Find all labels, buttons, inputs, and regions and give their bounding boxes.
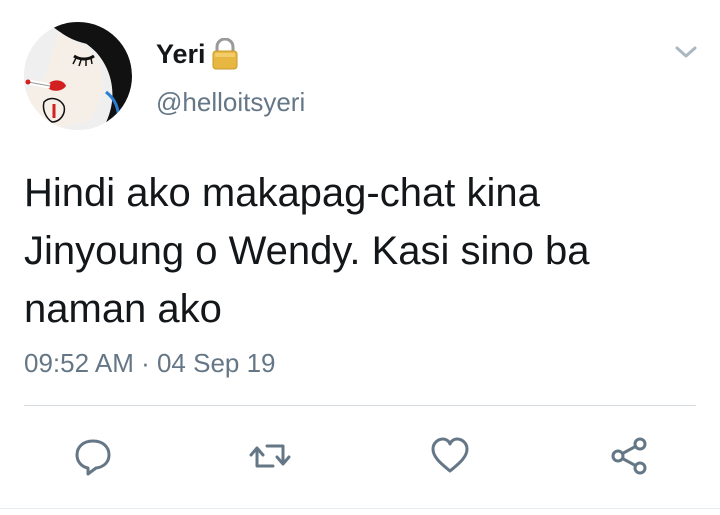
bottom-divider — [0, 508, 720, 509]
action-bar — [0, 428, 720, 484]
share-button[interactable] — [605, 428, 653, 484]
avatar[interactable] — [24, 22, 132, 130]
tweet-timestamp[interactable]: 09:52 AM · 04 Sep 19 — [24, 346, 276, 380]
divider — [24, 405, 696, 406]
author-handle[interactable]: @helloitsyeri — [156, 86, 305, 118]
reply-icon — [75, 439, 111, 476]
share-icon — [611, 437, 647, 475]
author-display-name[interactable]: Yeri — [156, 38, 206, 70]
reply-button[interactable] — [69, 428, 117, 484]
tweet-menu-button[interactable] — [672, 40, 700, 64]
heart-icon — [431, 437, 469, 473]
retweet-icon — [249, 444, 291, 468]
author-name-row[interactable]: Yeri — [156, 37, 240, 70]
retweet-button[interactable] — [246, 428, 294, 484]
like-button[interactable] — [426, 428, 474, 484]
avatar-illustration — [24, 22, 132, 130]
tweet-text: Hindi ako makapag-chat kina Jinyoung o W… — [24, 171, 590, 331]
lock-icon — [210, 37, 240, 70]
chevron-down-icon — [675, 46, 697, 58]
